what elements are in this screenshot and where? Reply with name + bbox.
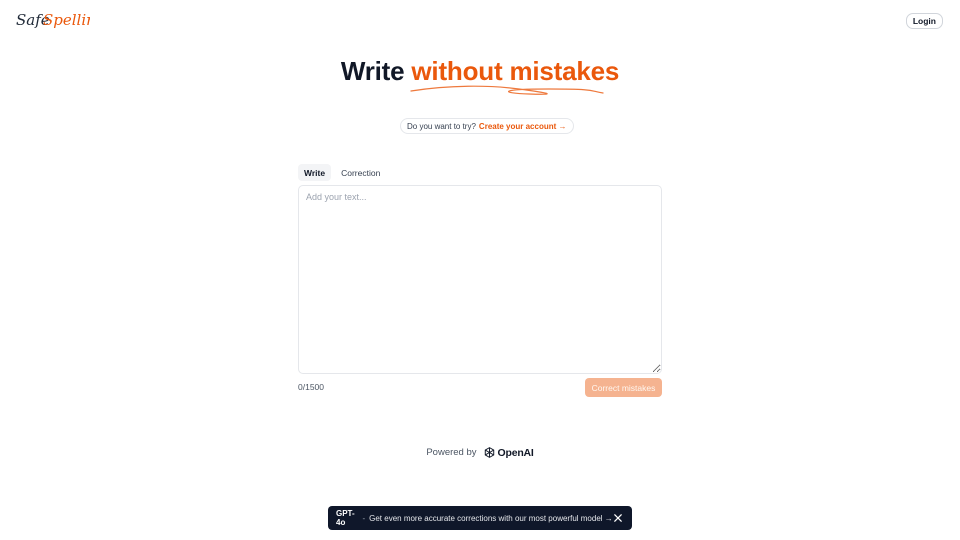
correct-mistakes-button[interactable]: Correct mistakes [585,378,662,397]
app-logo[interactable]: Safe Spelling [16,8,90,34]
try-pill: Do you want to try? Create your account … [400,118,574,134]
openai-text: OpenAI [497,446,534,459]
banner-separator: - [362,513,366,523]
title-plain: Write [340,56,405,86]
text-input[interactable] [298,185,662,374]
svg-text:Spelling: Spelling [43,11,90,29]
character-counter: 0/1500 [298,382,324,392]
close-icon[interactable] [613,511,624,525]
banner-model: GPT-4o [336,509,355,527]
login-button[interactable]: Login [905,13,943,29]
scribble-underline-icon [410,85,605,95]
banner-message[interactable]: Get even more accurate corrections with … [369,514,613,523]
editor-tabs: Write Correction [298,164,386,181]
try-question: Do you want to try? [407,121,476,131]
powered-by: Powered by OpenAI [0,446,960,459]
title-accent-text: without mistakes [411,56,620,86]
openai-icon [484,447,494,458]
page-title: Write without mistakes [0,56,960,95]
promo-banner[interactable]: GPT-4o - Get even more accurate correcti… [328,506,632,530]
title-accent: without mistakes [410,56,620,95]
tab-correction[interactable]: Correction [335,164,386,181]
safespelling-logo-icon: Safe Spelling [16,11,90,29]
powered-prefix: Powered by [426,447,477,458]
openai-logo[interactable]: OpenAI [483,446,534,459]
create-account-link[interactable]: Create your account → [479,122,567,131]
tab-write[interactable]: Write [298,164,332,181]
